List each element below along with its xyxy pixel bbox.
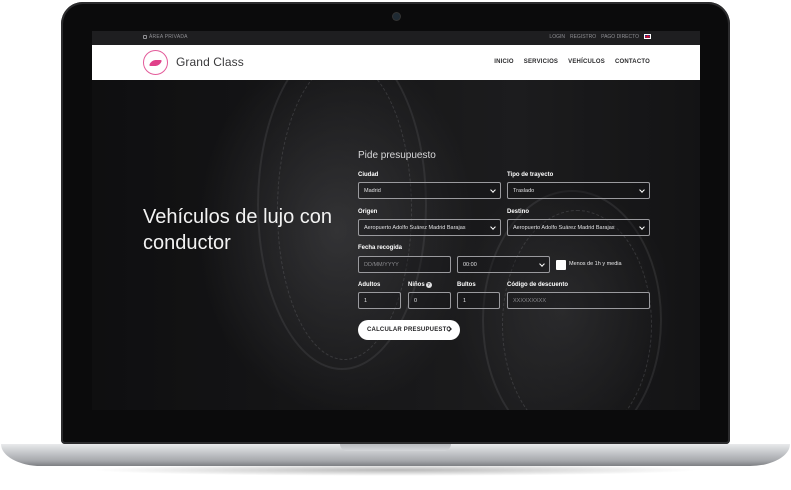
private-area-link[interactable]: ÁREA PRIVADA — [143, 34, 188, 40]
chevron-down-icon — [539, 261, 545, 267]
top-links: LOGIN REGISTRO PAGO DIRECTO — [549, 34, 651, 40]
trip-type-select[interactable]: Traslado — [507, 182, 650, 199]
short-trip-label: Menos de 1h y media — [569, 261, 622, 267]
form-title: Pide presupuesto — [358, 150, 436, 161]
city-value: Madrid — [364, 188, 381, 194]
lock-icon — [143, 35, 147, 39]
adults-label: Adultos — [358, 282, 381, 288]
calculate-quote-button[interactable]: CALCULAR PRESUPUESTO — [358, 320, 460, 340]
chevron-down-icon — [490, 224, 496, 230]
hero-headline: Vehículos de lujo con conductor — [143, 206, 333, 254]
uk-flag-icon[interactable] — [644, 34, 651, 39]
laptop-notch — [340, 444, 451, 451]
main-navbar: Grand Class INICIO SERVICIOS VEHÍCULOS C… — [92, 45, 700, 80]
main-menu: INICIO SERVICIOS VEHÍCULOS CONTACTO — [494, 59, 650, 65]
bags-label: Bultos — [457, 282, 476, 288]
discount-input[interactable]: XXXXXXXXX — [507, 292, 650, 309]
calculate-quote-label: CALCULAR PRESUPUESTO — [367, 327, 452, 333]
camera-icon — [393, 13, 400, 20]
short-trip-checkbox[interactable] — [556, 260, 566, 270]
children-label: Niños? — [408, 282, 432, 288]
destination-value: Aeropuerto Adolfo Suárez Madrid Barajas — [513, 225, 615, 231]
adults-input[interactable]: 1 — [358, 292, 401, 309]
login-link[interactable]: LOGIN — [549, 34, 565, 40]
discount-label: Código de descuento — [507, 282, 569, 288]
origin-select[interactable]: Aeropuerto Adolfo Suárez Madrid Barajas — [358, 219, 501, 236]
pickup-time-select[interactable]: 00:00 — [457, 256, 550, 273]
private-area-label: ÁREA PRIVADA — [149, 34, 188, 40]
register-link[interactable]: REGISTRO — [570, 34, 596, 40]
chevron-down-icon — [490, 187, 496, 193]
menu-item-contacto[interactable]: CONTACTO — [615, 59, 650, 65]
laptop-mockup: ÁREA PRIVADA LOGIN REGISTRO PAGO DIRECTO… — [0, 0, 791, 490]
website-screen: ÁREA PRIVADA LOGIN REGISTRO PAGO DIRECTO… — [92, 31, 700, 410]
pickup-date-label: Fecha recogida — [358, 245, 403, 251]
city-label: Ciudad — [358, 172, 379, 178]
logo-mark — [149, 60, 162, 66]
menu-item-vehiculos[interactable]: VEHÍCULOS — [568, 59, 605, 65]
pickup-date-input[interactable]: DD/MM/YYYY — [358, 256, 451, 273]
hero-section: Vehículos de lujo con conductor Pide pre… — [92, 80, 700, 410]
bags-input[interactable]: 1 — [457, 292, 500, 309]
brand-name[interactable]: Grand Class — [176, 55, 244, 69]
destination-select[interactable]: Aeropuerto Adolfo Suárez Madrid Barajas — [507, 219, 650, 236]
direct-payment-link[interactable]: PAGO DIRECTO — [601, 34, 639, 40]
top-bar: ÁREA PRIVADA LOGIN REGISTRO PAGO DIRECTO — [92, 31, 700, 45]
origin-label: Origen — [358, 209, 378, 215]
destination-label: Destino — [507, 209, 530, 215]
trip-type-label: Tipo de trayecto — [507, 172, 554, 178]
menu-item-inicio[interactable]: INICIO — [494, 59, 514, 65]
menu-item-servicios[interactable]: SERVICIOS — [524, 59, 558, 65]
children-input[interactable]: 0 — [408, 292, 451, 309]
trip-type-value: Traslado — [513, 188, 535, 194]
grand-class-logo-icon[interactable] — [143, 50, 168, 75]
chevron-down-icon — [639, 224, 645, 230]
chevron-down-icon — [639, 187, 645, 193]
origin-value: Aeropuerto Adolfo Suárez Madrid Barajas — [364, 225, 466, 231]
children-label-text: Niños — [408, 282, 425, 288]
help-icon[interactable]: ? — [425, 282, 432, 288]
pickup-time-value: 00:00 — [463, 262, 477, 268]
city-select[interactable]: Madrid — [358, 182, 501, 199]
